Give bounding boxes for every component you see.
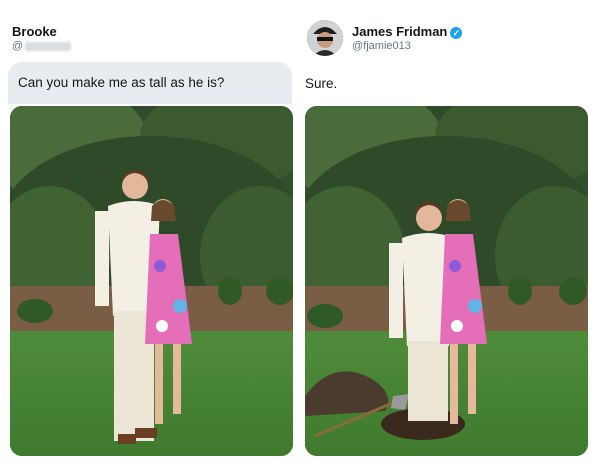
author-name-row: James Fridman ✓ [352,24,463,39]
photo-illustration [305,106,588,456]
left-tweet-panel: Brooke @ Can you make me as tall as he i… [0,0,300,468]
avatar-image [307,20,343,56]
author-handle[interactable]: @fjamie013 [352,40,411,52]
blurred-handle [25,41,72,51]
right-tweet-panel: James Fridman ✓ @fjamie013 Sure. [300,0,600,468]
verified-check-icon: ✓ [450,26,463,39]
handle-prefix: @ [12,40,24,52]
author-avatar[interactable] [307,20,343,56]
author-name[interactable]: Brooke [12,24,57,39]
edited-photo[interactable] [305,106,588,456]
reply-message: Sure. [305,76,338,91]
photo-illustration [10,106,293,456]
author-handle: @ [12,40,72,52]
message-text: Can you make me as tall as he is? [18,75,225,90]
author-name[interactable]: James Fridman [352,24,447,39]
original-photo[interactable] [10,106,293,456]
message-bubble: Can you make me as tall as he is? [8,62,292,104]
